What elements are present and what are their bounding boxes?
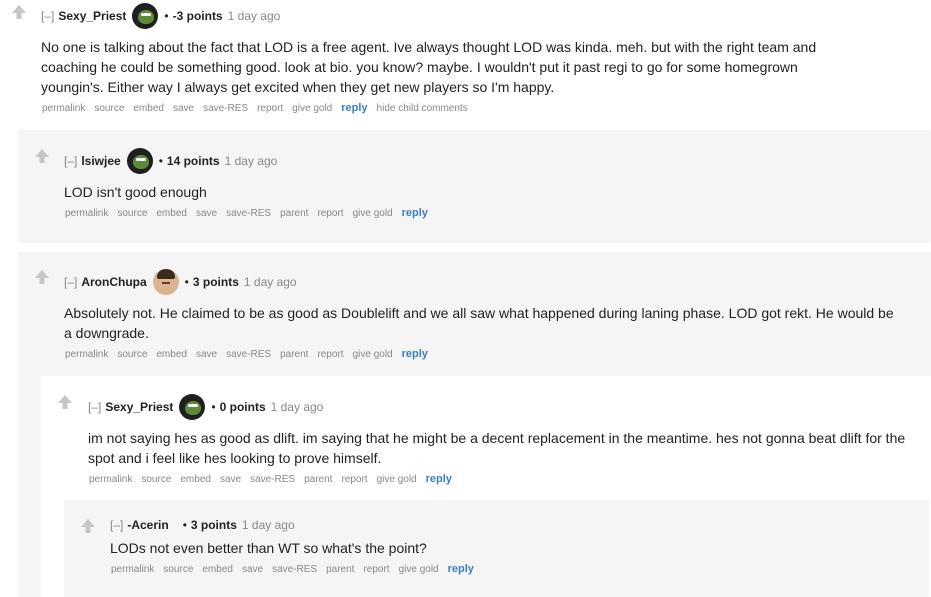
permalink-link[interactable]: permalink — [42, 103, 85, 114]
permalink-link[interactable]: permalink — [65, 349, 108, 360]
comment-score: -3 points — [172, 9, 223, 23]
separator-bullet: • — [158, 154, 163, 168]
parent-link[interactable]: parent — [280, 208, 308, 219]
report-link[interactable]: report — [257, 103, 283, 114]
save-link[interactable]: save — [220, 474, 241, 485]
comment-buttons: permalink source embed save save-RES parent re… — [89, 473, 461, 485]
collapse-toggle[interactable]: [–] — [41, 9, 54, 23]
permalink-link[interactable]: permalink — [111, 564, 154, 575]
comment-body: No one is talking about the fact that LO… — [41, 39, 817, 95]
give-gold-link[interactable]: give gold — [292, 103, 332, 114]
report-link[interactable]: report — [317, 349, 343, 360]
report-link[interactable]: report — [341, 474, 367, 485]
upvote-arrow-icon[interactable] — [56, 394, 74, 410]
comment-tagline: [–] Sexy_Priest • -3 points 1 day ago — [41, 3, 280, 29]
reply-link[interactable]: reply — [448, 563, 474, 575]
save-link[interactable]: save — [196, 349, 217, 360]
collapse-toggle[interactable]: [–] — [64, 275, 77, 289]
source-link[interactable]: source — [117, 208, 147, 219]
comment-author[interactable]: Sexy_Priest — [58, 9, 126, 23]
permalink-link[interactable]: permalink — [65, 208, 108, 219]
source-link[interactable]: source — [94, 103, 124, 114]
comment-body: im not saying hes as good as dlift. im s… — [88, 430, 906, 466]
source-link[interactable]: source — [141, 474, 171, 485]
report-link[interactable]: report — [363, 564, 389, 575]
comment-time: 1 day ago — [224, 154, 278, 168]
collapse-toggle[interactable]: [–] — [64, 154, 77, 168]
comment-score: 14 points — [166, 154, 220, 168]
source-link[interactable]: source — [117, 349, 147, 360]
separator-bullet: • — [211, 400, 216, 414]
permalink-link[interactable]: permalink — [89, 474, 132, 485]
parent-link[interactable]: parent — [304, 474, 332, 485]
upvote-arrow-icon[interactable] — [33, 269, 51, 285]
frog-avatar-icon — [179, 394, 206, 420]
upvote-arrow-icon[interactable] — [33, 148, 51, 164]
separator-bullet: • — [184, 275, 189, 289]
comment-time: 1 day ago — [227, 9, 281, 23]
comment-time: 1 day ago — [243, 275, 297, 289]
comment-buttons: permalink source embed save save-RES parent re… — [65, 207, 437, 219]
frog-avatar-icon — [132, 3, 159, 29]
face-avatar-icon — [152, 269, 179, 295]
collapse-toggle[interactable]: [–] — [88, 400, 101, 414]
save-res-link[interactable]: save-RES — [272, 564, 317, 575]
separator-bullet: • — [182, 518, 187, 532]
save-link[interactable]: save — [173, 103, 194, 114]
comment-body: LOD isn't good enough — [64, 184, 207, 200]
comment-score: 3 points — [192, 275, 239, 289]
parent-link[interactable]: parent — [326, 564, 354, 575]
comment-author[interactable]: lsiwjee — [81, 154, 120, 168]
comment-author[interactable]: AronChupa — [81, 275, 146, 289]
comment-tagline: [–] Sexy_Priest • 0 points 1 day ago — [88, 394, 323, 420]
embed-link[interactable]: embed — [133, 103, 164, 114]
comment-buttons: permalink source embed save save-RES parent re… — [111, 563, 483, 575]
source-link[interactable]: source — [163, 564, 193, 575]
give-gold-link[interactable]: give gold — [353, 208, 393, 219]
comment-time: 1 day ago — [270, 400, 324, 414]
comment-buttons: permalink source embed save save-RES report gi… — [42, 102, 477, 114]
give-gold-link[interactable]: give gold — [377, 474, 417, 485]
upvote-arrow-icon[interactable] — [10, 4, 28, 20]
report-link[interactable]: report — [317, 208, 343, 219]
comment-buttons: permalink source embed save save-RES parent re… — [65, 348, 437, 360]
comment-author[interactable]: Sexy_Priest — [105, 400, 173, 414]
save-res-link[interactable]: save-RES — [226, 208, 271, 219]
embed-link[interactable]: embed — [156, 208, 187, 219]
comment-score: 3 points — [190, 518, 237, 532]
separator-bullet: • — [164, 9, 169, 23]
parent-link[interactable]: parent — [280, 349, 308, 360]
comment-score: 0 points — [219, 400, 266, 414]
upvote-arrow-icon[interactable] — [79, 518, 97, 534]
collapse-toggle[interactable]: [–] — [110, 518, 123, 532]
save-res-link[interactable]: save-RES — [250, 474, 295, 485]
save-link[interactable]: save — [242, 564, 263, 575]
frog-avatar-icon — [126, 148, 153, 174]
comment-tagline: [–] AronChupa • 3 points 1 day ago — [64, 269, 297, 295]
reply-link[interactable]: reply — [402, 348, 428, 360]
reply-link[interactable]: reply — [426, 473, 452, 485]
hide-child-comments-link[interactable]: hide child comments — [377, 103, 468, 114]
reply-link[interactable]: reply — [402, 207, 428, 219]
comment-author[interactable]: -Acerin — [127, 518, 168, 532]
comment-body: Absolutely not. He claimed to be as good… — [64, 305, 894, 341]
embed-link[interactable]: embed — [202, 564, 233, 575]
embed-link[interactable]: embed — [180, 474, 211, 485]
give-gold-link[interactable]: give gold — [399, 564, 439, 575]
comment-tagline: [–] lsiwjee • 14 points 1 day ago — [64, 148, 277, 174]
save-link[interactable]: save — [196, 208, 217, 219]
comment-time: 1 day ago — [241, 518, 295, 532]
save-res-link[interactable]: save-RES — [226, 349, 271, 360]
comment-body: LODs not even better than WT so what's t… — [110, 540, 427, 556]
give-gold-link[interactable]: give gold — [353, 349, 393, 360]
embed-link[interactable]: embed — [156, 349, 187, 360]
reply-link[interactable]: reply — [341, 102, 367, 114]
save-res-link[interactable]: save-RES — [203, 103, 248, 114]
comment-tagline: [–] -Acerin • 3 points 1 day ago — [110, 512, 295, 538]
